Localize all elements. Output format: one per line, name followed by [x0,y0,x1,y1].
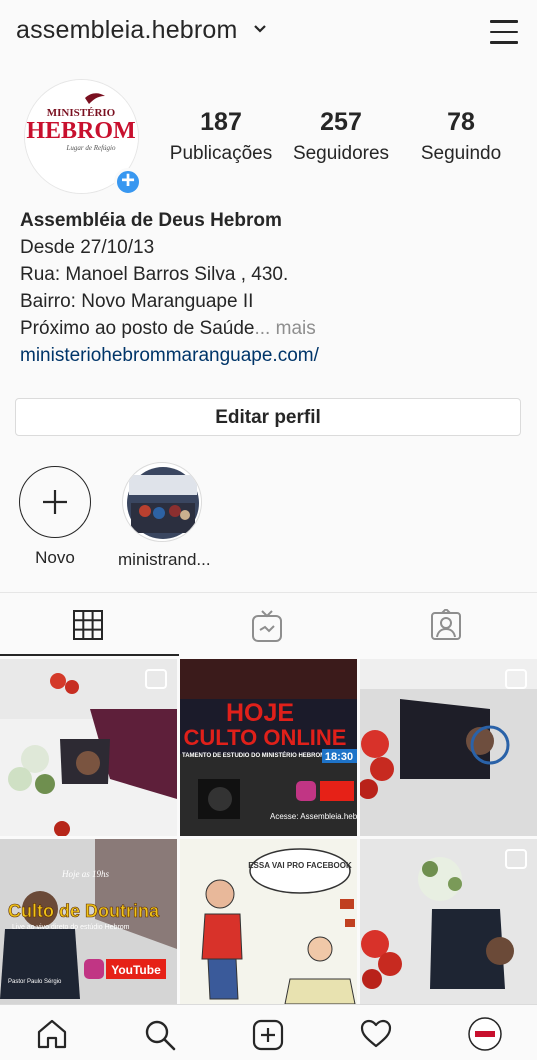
top-bar: assembleia.hebrom [0,0,537,64]
post-thumbnail[interactable]: HOJE CULTO ONLINE TAMENTO DE ESTUDIO DO … [180,659,357,836]
post-text: YouTube [111,963,161,977]
plus-icon [42,489,67,514]
bio-line: Desde 27/10/13 [20,237,155,258]
post-text: TAMENTO DE ESTUDIO DO MINISTÉRIO HEBROM [182,751,325,759]
post-text: Hoje as 19hs [61,869,109,879]
profile-tabs [0,592,537,657]
stat-posts-label: Publicações [169,143,273,164]
post-text: Pastor Paulo Sérgio [8,979,62,985]
profile-bio: Assembléia de Deus Hebrom Desde 27/10/13… [20,207,319,369]
bottom-nav [0,1004,537,1060]
stat-following-count: 78 [447,108,475,136]
bio-name: Assembléia de Deus Hebrom [20,210,282,231]
igtv-badge-icon [505,669,527,689]
post-text: CULTO ONLINE [184,725,347,750]
menu-icon[interactable] [490,20,518,44]
search-icon[interactable] [144,1019,176,1051]
chevron-down-icon[interactable] [254,25,266,33]
tab-grid[interactable] [0,593,179,656]
post-thumbnail[interactable] [360,659,537,836]
profile-username[interactable]: assembleia.hebrom [16,16,238,45]
stat-followers[interactable]: 257 Seguidores [286,108,396,165]
post-thumbnail[interactable]: ESSA VAI PRO FACEBOOK [180,839,357,1016]
stat-following[interactable]: 78 Seguindo [410,108,512,165]
post-thumbnail[interactable] [360,839,537,1016]
post-text: Acesse: Assembleia.hebrom [270,812,357,821]
avatar-text-sub: Lugar de Refúgio [66,144,116,152]
post-text: HOJE [226,699,294,727]
tagged-person-icon [431,609,461,640]
post-text: Live ao vivo direto do estúdio Hebrom [12,924,130,931]
bio-line: Próximo ao posto de Saúde [20,318,255,339]
stat-following-label: Seguindo [420,143,502,164]
highlight-ministrando-label: ministrand... [118,550,211,569]
stat-posts[interactable]: 187 Publicações [162,108,280,165]
grid-icon [73,610,103,640]
post-thumbnail[interactable] [0,659,177,836]
stat-followers-label: Seguidores [292,143,390,164]
tab-igtv[interactable] [179,593,358,656]
highlight-ministrando[interactable]: ministrand... [118,462,211,570]
bio-website-link[interactable]: ministeriohebrommaranguape.com/ [20,342,319,369]
highlight-new-label: Novo [35,548,75,567]
post-text: 18:30 [325,751,353,763]
stat-followers-count: 257 [320,108,362,136]
highlight-new-circle[interactable] [19,466,91,538]
profile-avatar-nav-icon[interactable] [468,1017,502,1051]
highlight-new[interactable]: Novo [17,466,93,568]
post-text: ESSA VAI PRO FACEBOOK [248,861,352,870]
heart-icon[interactable] [360,1019,392,1049]
new-post-icon[interactable] [252,1019,284,1051]
igtv-badge-icon [505,849,527,869]
igtv-icon [252,610,282,642]
igtv-badge-icon [145,669,167,689]
highlight-cover[interactable] [122,462,202,542]
bio-line: Bairro: Novo Maranguape II [20,291,254,312]
avatar-text-main: HEBROM [26,118,135,144]
bio-more-link[interactable]: ... mais [255,318,316,339]
bio-line: Rua: Manoel Barros Silva , 430. [20,264,289,285]
tab-tagged[interactable] [358,593,537,656]
post-thumbnail[interactable]: Hoje as 19hs Culto de Doutrina Live ao v… [0,839,177,1016]
post-text: Culto de Doutrina [8,901,160,921]
home-icon[interactable] [36,1019,68,1049]
edit-profile-button[interactable]: Editar perfil [15,398,521,436]
add-story-button[interactable]: + [114,168,142,196]
stat-posts-count: 187 [200,108,242,136]
